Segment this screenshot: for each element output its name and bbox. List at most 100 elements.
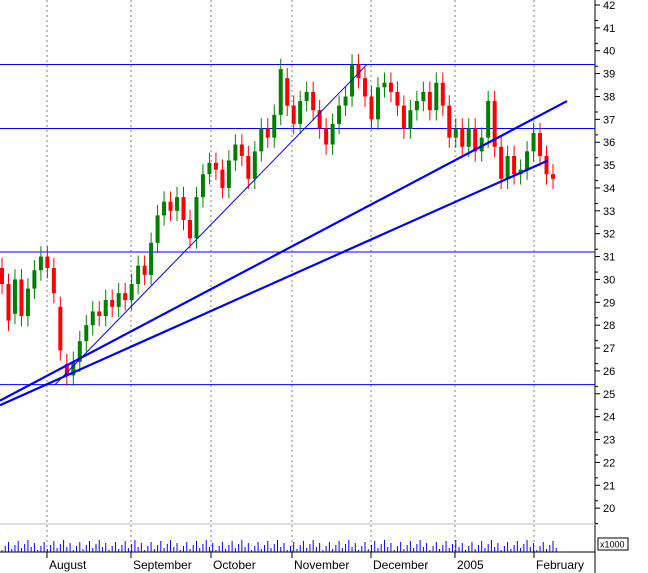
candle-body [12, 279, 17, 314]
candle-body [226, 160, 231, 188]
candle-body [90, 311, 95, 326]
candle-body [466, 128, 471, 147]
candle-body [162, 201, 167, 216]
candle-body [155, 215, 160, 243]
candle-body [207, 162, 212, 175]
candle-body [544, 155, 549, 175]
month-label: December [373, 558, 428, 572]
y-tick-label: 33 [603, 206, 615, 218]
y-tick-label: 35 [603, 160, 615, 172]
candle-body [388, 82, 393, 92]
candle-body [58, 306, 63, 351]
candle-body [38, 256, 43, 271]
candle-body [343, 96, 348, 106]
candle-body [32, 270, 37, 289]
candle-body [45, 256, 50, 268]
candle-body [505, 155, 510, 179]
month-label: September [133, 558, 192, 572]
y-tick-label: 39 [603, 69, 615, 81]
y-tick-label: 40 [603, 46, 615, 58]
candle-body [136, 265, 141, 285]
candle-body [142, 265, 147, 275]
candle-body [97, 311, 102, 317]
candle-body [395, 91, 400, 106]
candle-body [330, 123, 335, 145]
y-tick-label: 34 [603, 183, 615, 195]
candle-body [181, 197, 186, 220]
month-label: October [213, 558, 256, 572]
candle-body [6, 284, 11, 321]
candle-body [285, 78, 290, 106]
y-tick-label: 26 [603, 366, 615, 378]
candle-body [19, 279, 24, 317]
candle-body [421, 91, 426, 102]
candle-body [25, 288, 30, 317]
month-label: 2005 [457, 558, 484, 572]
candle-body [213, 162, 218, 170]
candle-body [512, 155, 517, 175]
y-tick-label: 30 [603, 274, 615, 286]
candle-body [259, 128, 264, 152]
candle-body [447, 105, 452, 138]
candle-body [129, 284, 134, 301]
candle-body [272, 114, 277, 138]
candle-body [246, 155, 251, 179]
y-tick-label: 31 [603, 252, 615, 264]
month-label: November [294, 558, 349, 572]
candle-body [369, 96, 374, 120]
candle-body [291, 105, 296, 124]
candle-body [538, 133, 543, 156]
candle-body [175, 197, 180, 211]
chart-background [0, 0, 648, 573]
candle-body [149, 242, 154, 275]
candle-body [531, 133, 536, 152]
y-tick-label: 21 [603, 480, 615, 492]
y-tick-label: 28 [603, 320, 615, 332]
candle-body [440, 82, 445, 106]
month-label: August [49, 558, 87, 572]
candle-body [551, 174, 555, 179]
candle-body [434, 82, 439, 111]
y-tick-label: 42 [603, 0, 615, 12]
y-tick-label: 25 [603, 389, 615, 401]
candle-body [51, 268, 56, 294]
candle-body [414, 101, 419, 111]
y-tick-label: 36 [603, 137, 615, 149]
y-tick-label: 29 [603, 297, 615, 309]
candle-body [252, 151, 257, 179]
candle-body [168, 201, 173, 211]
candle-body [194, 197, 199, 239]
candle-body [401, 105, 406, 129]
candle-body [382, 82, 387, 88]
candle-body [304, 91, 309, 102]
y-tick-label: 38 [603, 91, 615, 103]
candle-body [116, 293, 121, 307]
candle-body [427, 91, 432, 111]
y-tick-label: 32 [603, 229, 615, 241]
candle-body [453, 128, 458, 138]
candle-body [0, 268, 4, 285]
volume-multiplier-label: x1000 [600, 540, 625, 550]
candle-body [324, 128, 329, 145]
y-tick-label: 22 [603, 457, 615, 469]
candle-body [375, 87, 380, 120]
candle-body [265, 128, 270, 138]
candle-body [311, 91, 316, 111]
candle-body [337, 105, 342, 124]
candle-body [220, 169, 225, 188]
candle-body [298, 101, 303, 124]
candle-body [110, 300, 115, 307]
y-tick-label: 24 [603, 412, 615, 424]
y-tick-label: 20 [603, 503, 615, 515]
candle-body [103, 300, 108, 317]
y-tick-label: 23 [603, 435, 615, 447]
y-tick-label: 37 [603, 114, 615, 126]
candle-body [187, 219, 192, 239]
candle-body [123, 293, 128, 301]
price-chart: 20 21 22 23 24 25 26 27 28 29 30 31 32 33 34 35 36 37 38 39… [0, 0, 648, 573]
candle-body [233, 144, 238, 161]
candle-body [363, 78, 368, 97]
candle-body [84, 325, 89, 342]
candle-body [460, 128, 465, 147]
candle-body [200, 174, 205, 198]
